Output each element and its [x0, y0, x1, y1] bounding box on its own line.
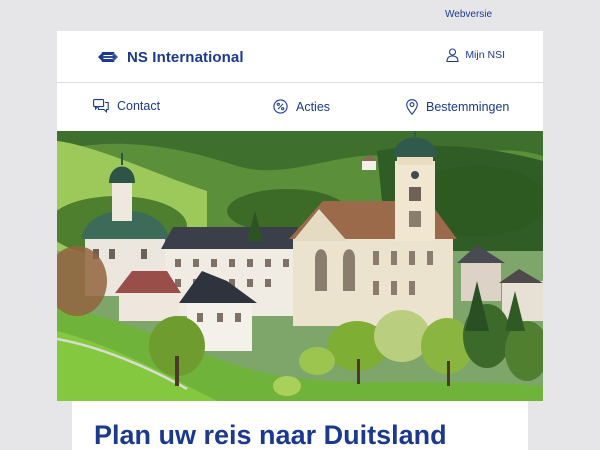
header-card: NS International Mijn NSI Contact Acties…	[57, 31, 543, 131]
percent-icon	[273, 99, 288, 114]
nav-label-contact: Contact	[117, 99, 161, 113]
nav-item-acties[interactable]: Acties	[273, 99, 330, 114]
brand-logo[interactable]: NS International	[95, 46, 244, 68]
brand-name: NS International	[127, 48, 244, 66]
nav-bar: Contact Acties Bestemmingen	[57, 83, 543, 131]
page-title: Plan uw reis naar Duitsland	[94, 420, 447, 450]
nav-label-acties: Acties	[296, 99, 331, 114]
ns-logo-icon	[98, 52, 118, 62]
webversion-link[interactable]: Webversie	[445, 9, 492, 20]
hero-image[interactable]	[57, 131, 543, 401]
chat-icon	[93, 99, 109, 113]
nav-item-contact[interactable]: Contact	[93, 99, 160, 113]
account-link[interactable]: Mijn NSI	[446, 48, 505, 62]
headline-card: Plan uw reis naar Duitsland	[72, 401, 528, 450]
location-pin-icon	[406, 99, 418, 115]
account-label: Mijn NSI	[465, 49, 505, 61]
nav-item-bestemmingen[interactable]: Bestemmingen	[406, 99, 509, 115]
top-bar: Webversie	[0, 0, 600, 31]
nav-label-bestemmingen: Bestemmingen	[426, 100, 510, 114]
user-icon	[446, 48, 459, 62]
